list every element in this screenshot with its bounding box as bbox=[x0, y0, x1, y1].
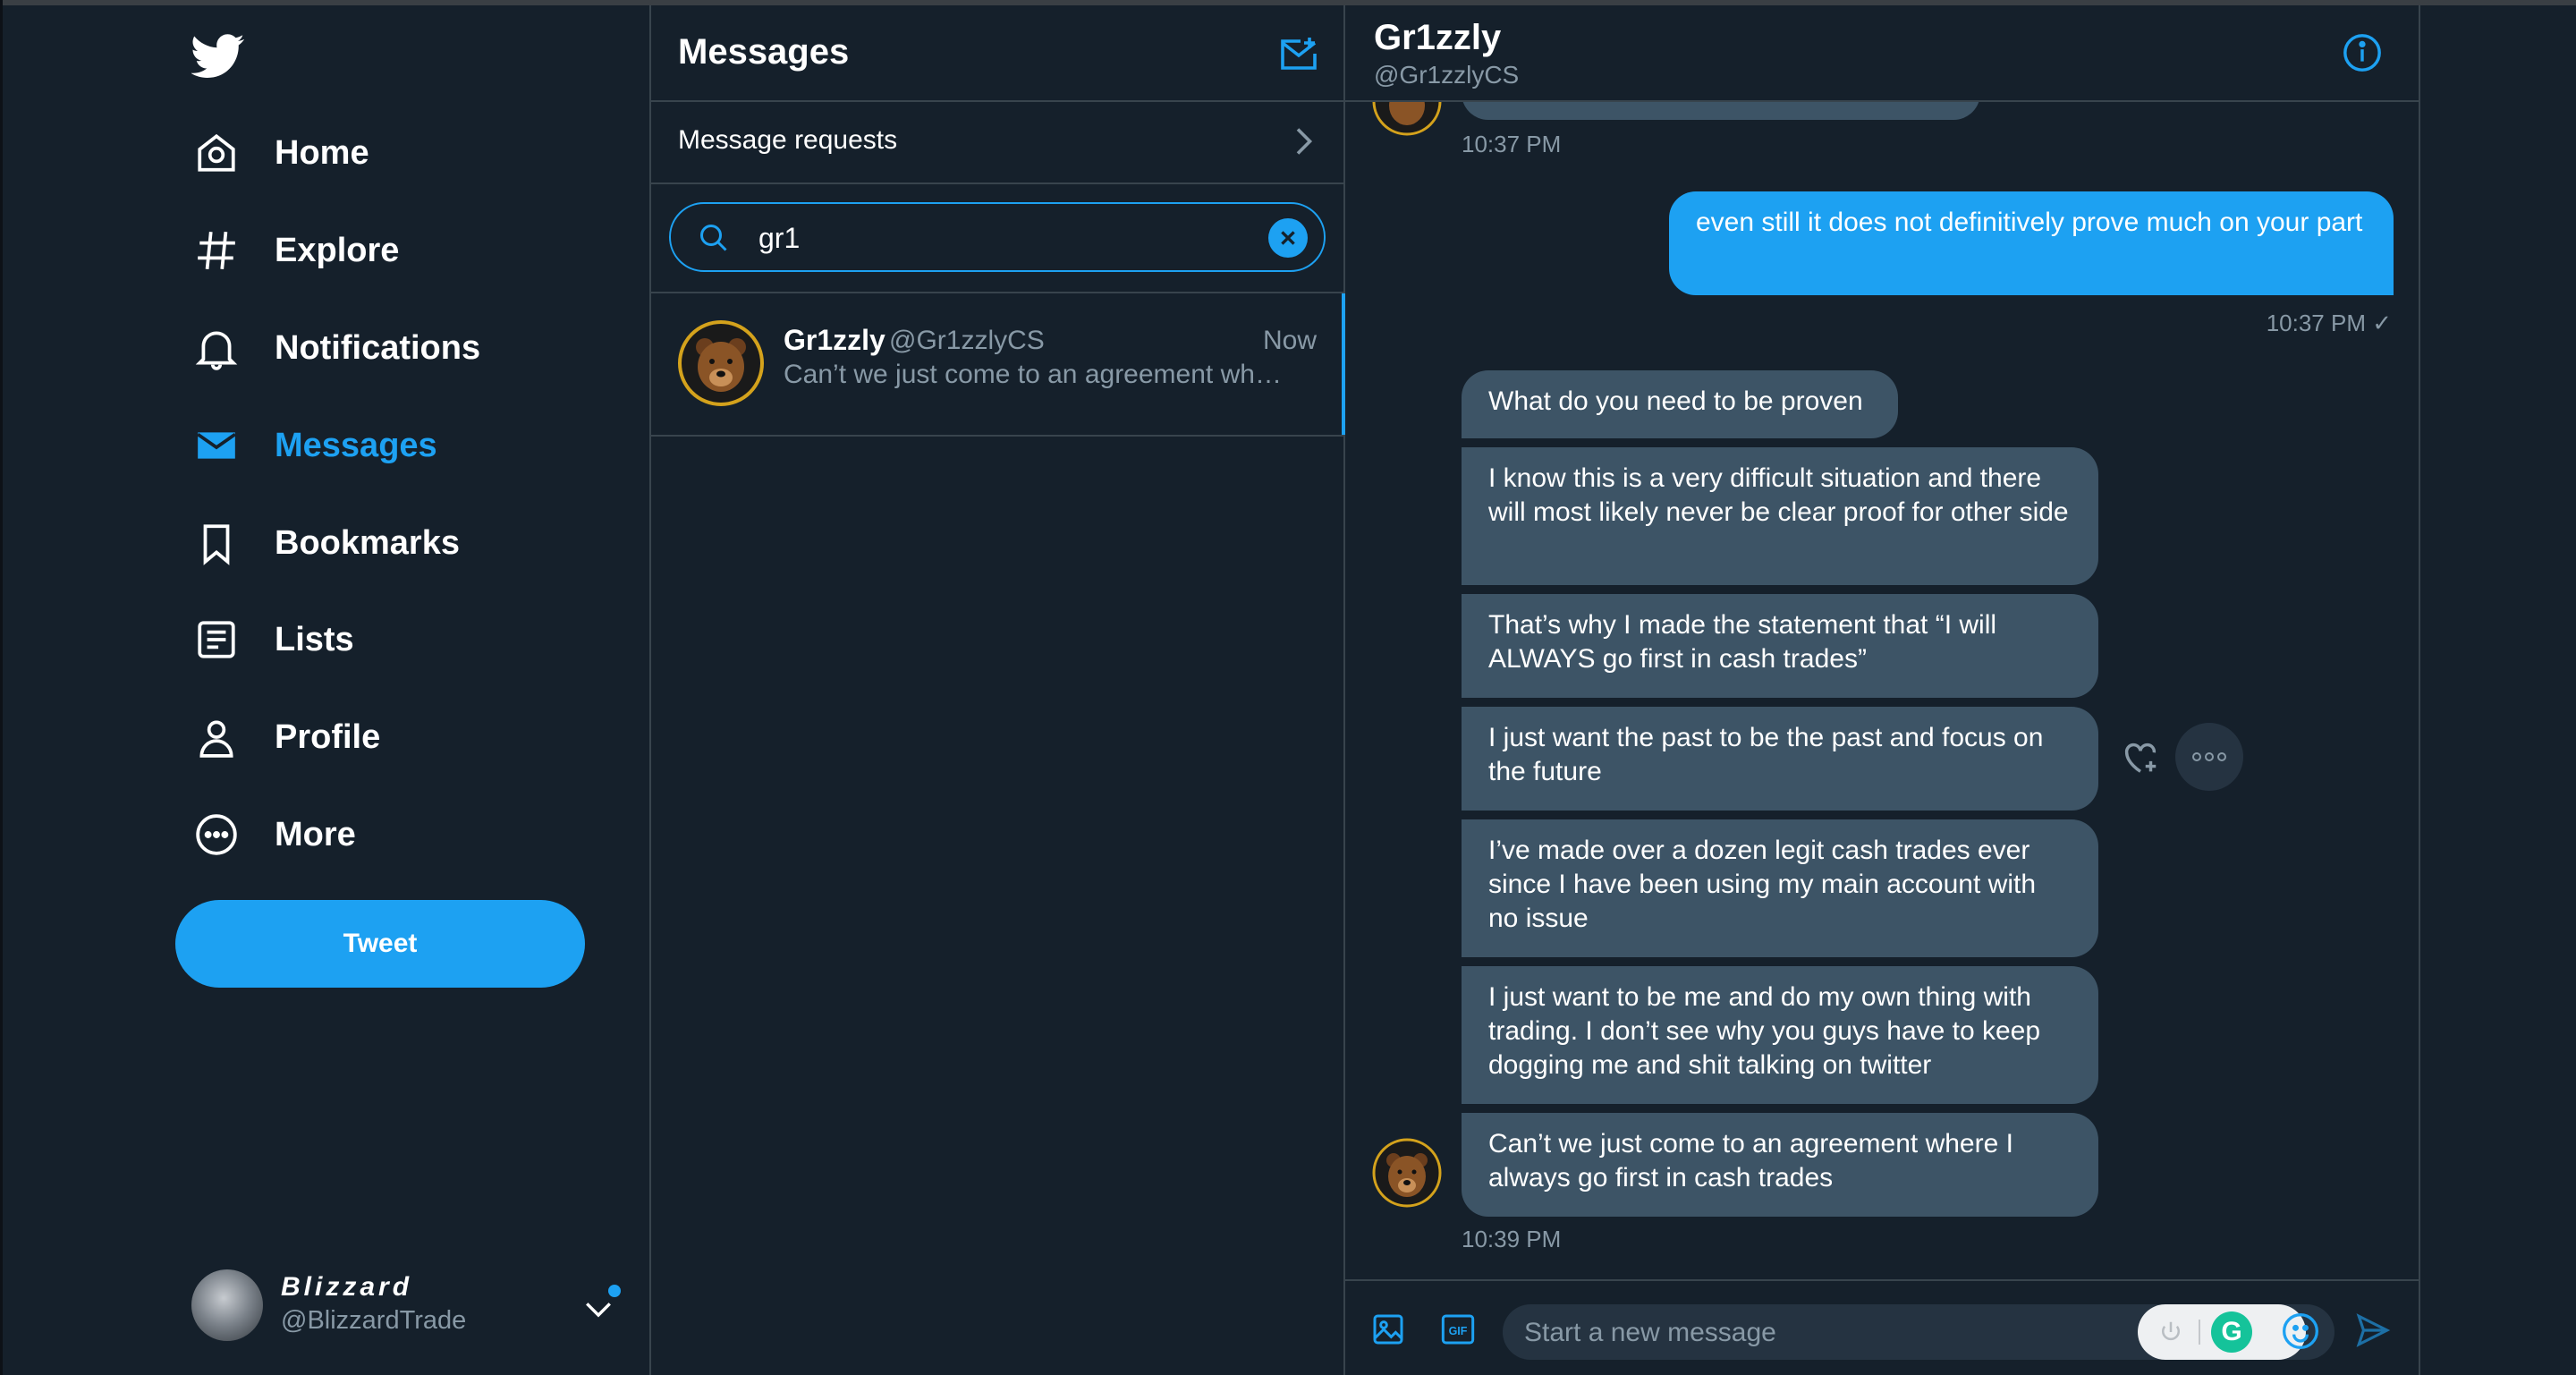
avatar bbox=[678, 320, 764, 406]
message-composer: GIF G bbox=[1345, 1279, 2419, 1375]
conversation-title[interactable]: Gr1zzly bbox=[1374, 18, 1501, 58]
message-timestamp: 10:39 PM bbox=[1462, 1226, 1562, 1252]
twitter-logo-icon[interactable] bbox=[191, 29, 245, 82]
account-handle: @BlizzardTrade bbox=[281, 1306, 467, 1335]
nav-profile[interactable]: Profile bbox=[191, 701, 380, 773]
more-circle-icon bbox=[191, 810, 242, 860]
nav-more-label: More bbox=[275, 815, 356, 853]
svg-text:GIF: GIF bbox=[1449, 1325, 1468, 1337]
conversation-panel: Gr1zzly @Gr1zzlyCS 10:37 PM even still i… bbox=[1345, 5, 2420, 1375]
avatar bbox=[1372, 102, 1442, 136]
hashtag-icon bbox=[191, 225, 242, 276]
nav-explore[interactable]: Explore bbox=[191, 215, 399, 286]
conversation-time: Now bbox=[1262, 326, 1317, 355]
conversation-handle: @Gr1zzlyCS bbox=[1374, 61, 1520, 89]
conversation-preview: Can’t we just come to an agreement where… bbox=[784, 360, 1284, 389]
info-icon[interactable] bbox=[2342, 32, 2383, 73]
image-icon[interactable] bbox=[1370, 1311, 1406, 1347]
message-bubble-incoming[interactable]: I just want the past to be the past and … bbox=[1462, 707, 2098, 811]
bookmark-icon bbox=[191, 518, 242, 568]
messages-column: Messages Message requests Gr1zzly @Gr1zz… bbox=[649, 5, 1345, 1375]
message-list: 10:37 PM even still it does not definiti… bbox=[1345, 102, 2419, 1281]
page-title: Messages bbox=[678, 32, 850, 72]
nav-messages[interactable]: Messages bbox=[191, 410, 437, 481]
nav-more[interactable]: More bbox=[191, 799, 356, 870]
nav-profile-label: Profile bbox=[275, 717, 381, 756]
chevron-right-icon bbox=[1296, 128, 1313, 155]
grammarly-icon[interactable]: G bbox=[2211, 1311, 2252, 1353]
search-box bbox=[669, 202, 1326, 272]
message-more-button[interactable] bbox=[2175, 723, 2243, 791]
conversation-handle: @Gr1zzlyCS bbox=[889, 326, 1045, 355]
composer-field: G bbox=[1503, 1304, 2334, 1360]
tweet-button[interactable]: Tweet bbox=[175, 900, 585, 988]
nav-notifications-label: Notifications bbox=[275, 328, 481, 367]
message-timestamp: 10:37 PM ✓ bbox=[2266, 310, 2392, 336]
message-bubble-incoming[interactable]: I’ve made over a dozen legit cash trades… bbox=[1462, 819, 2098, 957]
nav-home-label: Home bbox=[275, 133, 369, 172]
bell-icon bbox=[191, 323, 242, 373]
account-name: Blizzard bbox=[281, 1272, 413, 1302]
nav-lists[interactable]: Lists bbox=[191, 604, 354, 675]
avatar bbox=[1372, 1138, 1442, 1208]
search-icon bbox=[700, 225, 727, 251]
envelope-icon bbox=[191, 420, 242, 471]
emoji-icon[interactable] bbox=[2281, 1311, 2320, 1351]
list-icon bbox=[191, 615, 242, 665]
nav-notifications[interactable]: Notifications bbox=[191, 312, 480, 384]
new-message-icon[interactable] bbox=[1279, 32, 1322, 75]
message-bubble-incoming[interactable]: I just want to be me and do my own thing… bbox=[1462, 966, 2098, 1104]
notification-dot bbox=[608, 1285, 621, 1297]
power-icon[interactable] bbox=[2157, 1319, 2184, 1345]
gif-icon[interactable]: GIF bbox=[1440, 1311, 1476, 1347]
message-bubble-incoming[interactable]: What do you need to be proven bbox=[1462, 370, 1898, 438]
conversation-item[interactable]: Gr1zzly @Gr1zzlyCS Now Can’t we just com… bbox=[651, 293, 1345, 437]
message-input[interactable] bbox=[1522, 1315, 2134, 1351]
conversation-header: Gr1zzly @Gr1zzlyCS bbox=[1345, 5, 2419, 102]
message-bubble-outgoing[interactable]: even still it does not definitively prov… bbox=[1669, 191, 2394, 295]
message-requests-row[interactable]: Message requests bbox=[651, 102, 1343, 184]
messages-header: Messages bbox=[651, 5, 1343, 102]
message-bubble-incoming[interactable]: I know this is a very difficult situatio… bbox=[1462, 447, 2098, 585]
divider bbox=[2199, 1320, 2200, 1345]
nav-bookmarks[interactable]: Bookmarks bbox=[191, 507, 460, 579]
person-icon bbox=[191, 712, 242, 762]
nav-messages-label: Messages bbox=[275, 426, 437, 464]
account-switcher[interactable]: Blizzard @BlizzardTrade bbox=[191, 1267, 621, 1345]
search-input[interactable] bbox=[757, 216, 1261, 259]
primary-navigation: Home Explore Notifications Messages Book… bbox=[0, 5, 649, 1375]
message-bubble-partial bbox=[1462, 102, 1980, 120]
send-icon[interactable] bbox=[2354, 1311, 2392, 1349]
message-bubble-incoming[interactable]: That’s why I made the statement that “I … bbox=[1462, 594, 2098, 698]
nav-lists-label: Lists bbox=[275, 620, 354, 658]
home-icon bbox=[191, 128, 242, 178]
close-icon bbox=[1281, 231, 1295, 245]
nav-explore-label: Explore bbox=[275, 231, 400, 269]
nav-bookmarks-label: Bookmarks bbox=[275, 523, 460, 562]
message-bubble-incoming[interactable]: Can’t we just come to an agreement where… bbox=[1462, 1113, 2098, 1217]
message-requests-label: Message requests bbox=[678, 125, 898, 155]
clear-search-button[interactable] bbox=[1268, 218, 1308, 258]
message-timestamp: 10:37 PM bbox=[1462, 131, 1562, 157]
avatar bbox=[191, 1269, 263, 1341]
like-heart-icon[interactable] bbox=[2120, 737, 2161, 778]
chevron-down-icon[interactable] bbox=[583, 1295, 614, 1322]
conversation-name: Gr1zzly bbox=[784, 324, 886, 356]
more-horizontal-icon bbox=[2192, 752, 2226, 761]
nav-home[interactable]: Home bbox=[191, 117, 369, 189]
search-area bbox=[651, 184, 1343, 293]
